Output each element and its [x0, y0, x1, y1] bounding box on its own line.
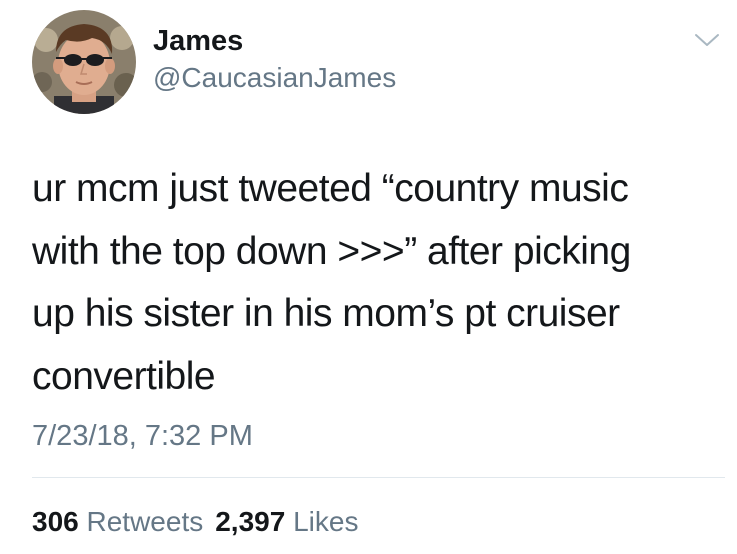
tweet-text-line: convertible — [32, 354, 216, 398]
likes-label: Likes — [293, 506, 359, 537]
user-handle[interactable]: @CaucasianJames — [153, 61, 396, 95]
tweet-card: James @CaucasianJames ur mcm just tweete… — [0, 0, 737, 554]
likes-count: 2,397 — [215, 506, 286, 537]
divider — [32, 477, 725, 478]
avatar-photo — [32, 10, 136, 114]
retweets-count: 306 — [32, 506, 79, 537]
retweets-stat[interactable]: 306 Retweets — [32, 506, 203, 537]
engagement-stats: 306 Retweets 2,397 Likes — [32, 505, 358, 539]
retweets-label: Retweets — [86, 506, 204, 537]
tweet-text-line: with the top down >>>” after picking — [32, 229, 631, 273]
likes-stat[interactable]: 2,397 Likes — [215, 506, 358, 537]
tweet-text-line: up his sister in his mom’s pt cruiser — [32, 292, 620, 335]
tweet-text: ur mcm just tweeted “country music with … — [32, 158, 722, 408]
display-name[interactable]: James — [153, 24, 243, 58]
tweet-timestamp[interactable]: 7/23/18, 7:32 PM — [32, 418, 253, 454]
tweet-text-line: ur mcm just tweeted “country music — [32, 167, 629, 210]
chevron-down-icon[interactable] — [693, 30, 721, 50]
avatar[interactable] — [32, 10, 136, 114]
